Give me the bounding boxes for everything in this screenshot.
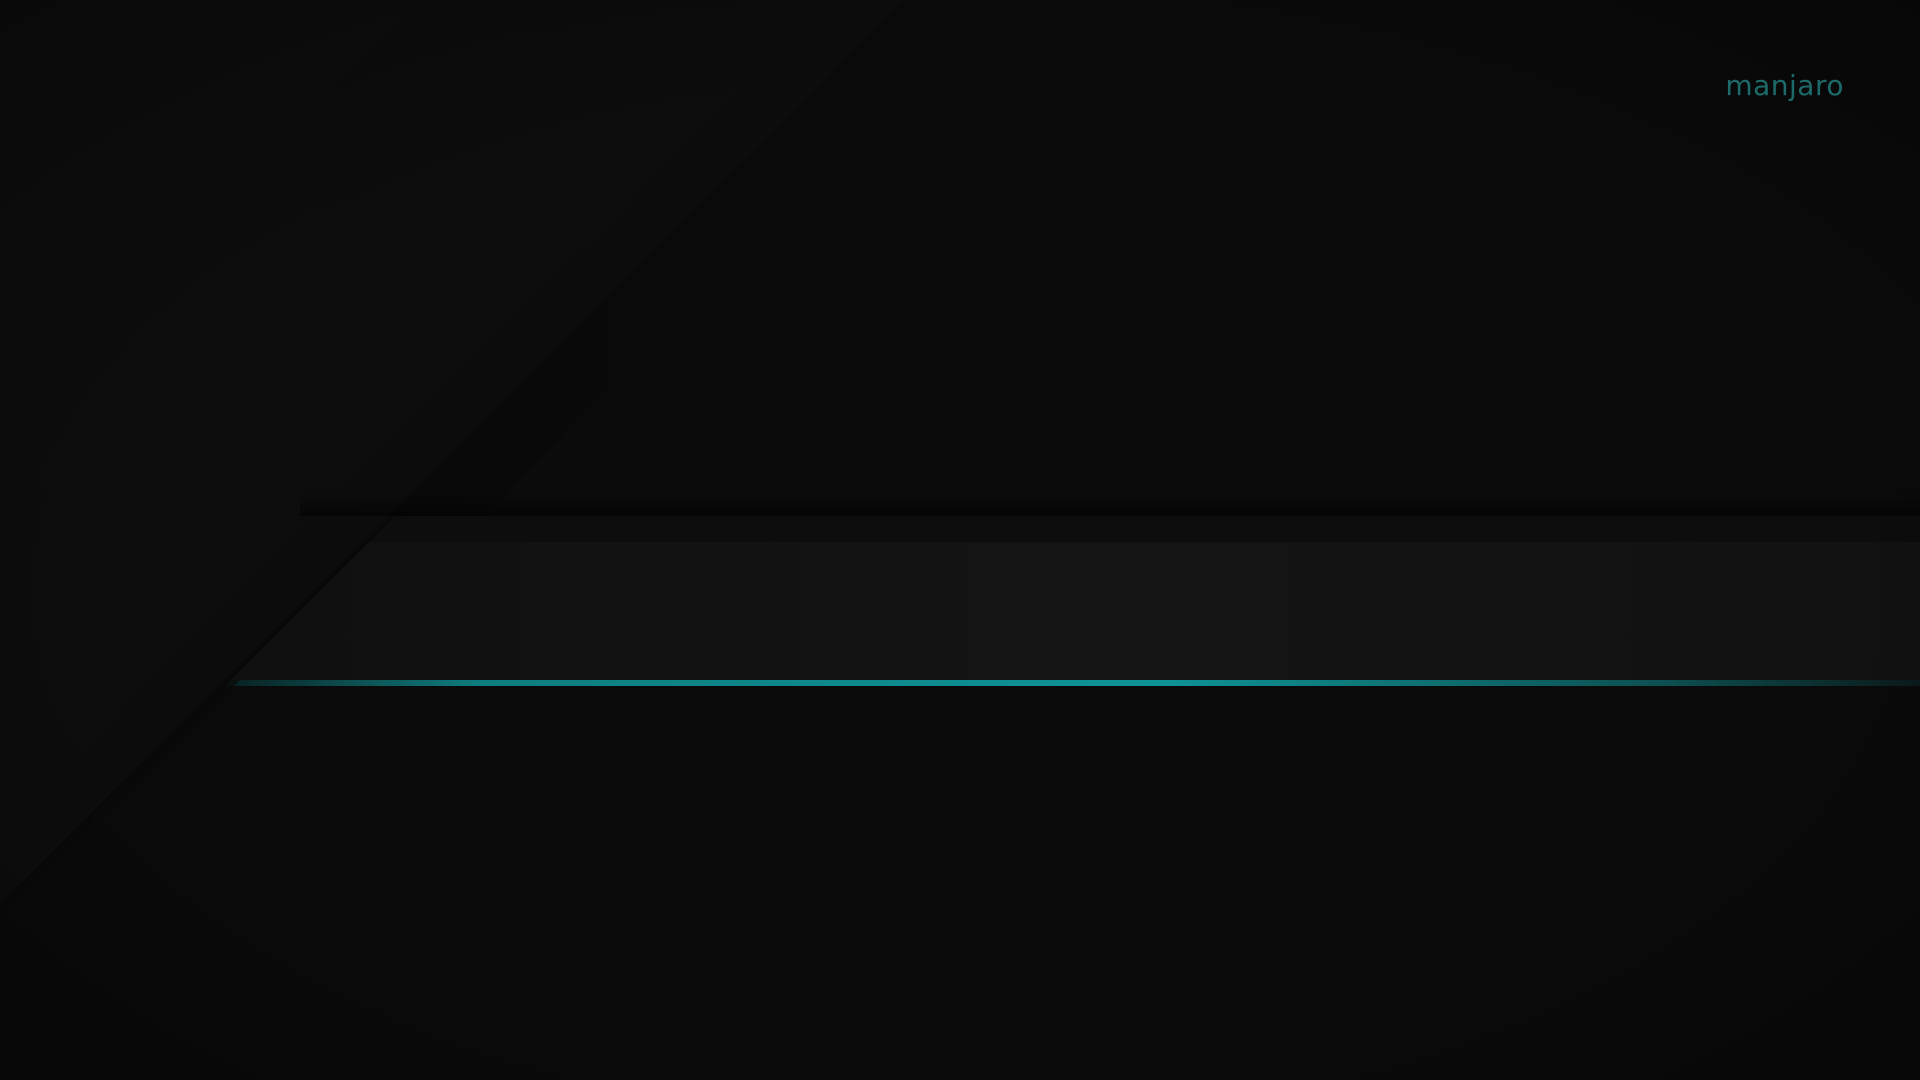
manjaro-logo-text: manjaro [1725, 69, 1844, 102]
desktop-background[interactable]: manjaro [0, 0, 1920, 1080]
wallpaper-graphic [0, 0, 1920, 1080]
